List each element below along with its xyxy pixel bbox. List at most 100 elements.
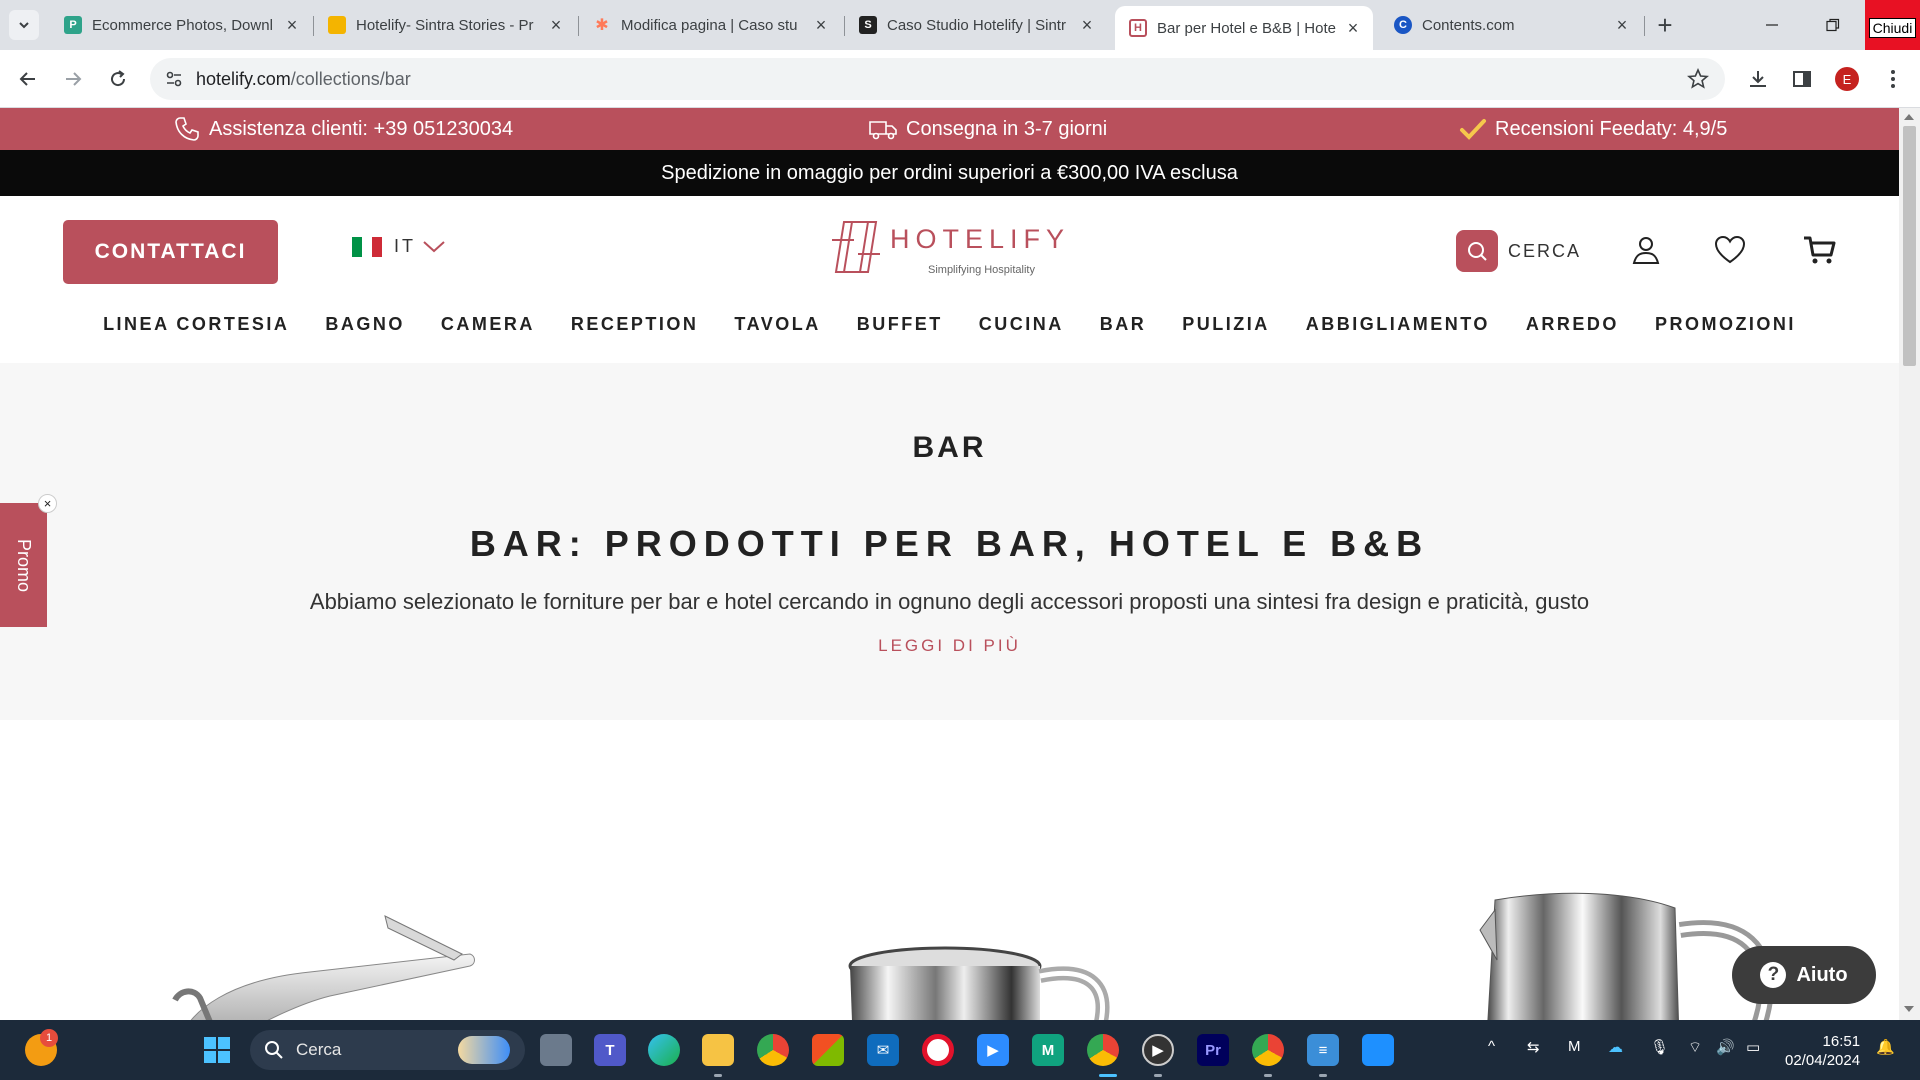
browser-tab-active[interactable]: H Bar per Hotel e B&B | Hote ×	[1115, 6, 1373, 50]
page-scrollbar[interactable]	[1899, 108, 1920, 1020]
reload-button[interactable]	[103, 64, 133, 94]
tray-overflow-chevron-icon[interactable]: ^	[1488, 1038, 1495, 1055]
logo-tagline: Simplifying Hospitality	[928, 264, 1035, 276]
milk-jug-large-product-image[interactable]	[1475, 890, 1775, 1020]
tab-favicon-icon: H	[1129, 19, 1147, 37]
cart-button[interactable]	[1802, 232, 1838, 268]
side-panel-button[interactable]	[1789, 66, 1815, 92]
wifi-icon[interactable]: ⌔	[1688, 1038, 1702, 1057]
reviews-info[interactable]: Recensioni Feedaty: 4,9/5	[1459, 108, 1727, 150]
reviews-text: Recensioni Feedaty: 4,9/5	[1495, 117, 1728, 140]
downloads-button[interactable]	[1745, 66, 1771, 92]
m-app-icon[interactable]: M	[1032, 1034, 1064, 1066]
promo-side-tab[interactable]: Promo	[0, 503, 47, 627]
tray-app-icon[interactable]: M	[1568, 1038, 1581, 1055]
close-tab-icon[interactable]: ×	[1612, 15, 1632, 35]
logo-wordmark: HOTELIFY	[890, 224, 1071, 254]
browser-tab[interactable]: ✱ Modifica pagina | Caso stu ×	[579, 8, 841, 42]
delivery-info: Consegna in 3-7 giorni	[868, 108, 1107, 150]
close-tab-icon[interactable]: ×	[1343, 18, 1363, 38]
restore-button[interactable]	[1806, 0, 1860, 50]
teams-icon[interactable]: T	[594, 1034, 626, 1066]
task-view-icon[interactable]	[540, 1034, 572, 1066]
nav-buffet[interactable]: BUFFET	[839, 306, 961, 346]
windows-start-icon[interactable]	[201, 1034, 233, 1066]
notepad-icon[interactable]: ≡	[1307, 1034, 1339, 1066]
scroll-down-arrow-icon[interactable]	[1904, 1006, 1914, 1012]
browser-tab[interactable]: S Caso Studio Hotelify | Sintr ×	[845, 8, 1107, 42]
close-tab-icon[interactable]: ×	[282, 15, 302, 35]
site-settings-icon[interactable]	[164, 69, 184, 89]
shipping-text: Spedizione in omaggio per ordini superio…	[661, 161, 1238, 184]
site-logo[interactable]: HOTELIFY Simplifying Hospitality	[830, 218, 1070, 288]
nav-bagno[interactable]: BAGNO	[307, 306, 423, 346]
tab-search-button[interactable]	[9, 10, 39, 40]
forward-button[interactable]	[58, 64, 88, 94]
corkscrew-product-image[interactable]	[170, 910, 480, 1020]
minimize-button[interactable]	[1745, 0, 1799, 50]
edge-icon[interactable]	[648, 1034, 680, 1066]
nav-cucina[interactable]: CUCINA	[961, 306, 1082, 346]
mail-icon[interactable]: ✉	[867, 1034, 899, 1066]
promo-label: Promo	[14, 538, 35, 592]
support-info[interactable]: Assistenza clienti: +39 051230034	[173, 108, 513, 150]
milk-jug-small-product-image[interactable]	[840, 946, 1110, 1020]
nav-promozioni[interactable]: PROMOZIONI	[1637, 306, 1814, 346]
store-icon[interactable]	[812, 1034, 844, 1066]
browser-tab[interactable]: P Ecommerce Photos, Downl ×	[50, 8, 312, 42]
contact-button[interactable]: CONTATTACI	[63, 220, 278, 284]
nav-linea-cortesia[interactable]: LINEA CORTESIA	[85, 306, 307, 346]
microphone-icon[interactable]: 🎙	[1650, 1038, 1669, 1056]
volume-icon[interactable]: 🔊	[1716, 1038, 1735, 1056]
premiere-pro-icon[interactable]: Pr	[1197, 1034, 1229, 1066]
chrome-profile-icon[interactable]	[1087, 1034, 1119, 1066]
url-path: /collections/bar	[290, 69, 411, 89]
tray-app-icon[interactable]: ⇆	[1527, 1038, 1540, 1056]
read-more-link[interactable]: LEGGI DI PIÙ	[0, 636, 1899, 656]
taskbar-search[interactable]: Cerca	[250, 1030, 525, 1070]
close-window-button[interactable]: Chiudi	[1865, 0, 1920, 50]
nav-pulizia[interactable]: PULIZIA	[1164, 306, 1288, 346]
photos-icon[interactable]	[1362, 1034, 1394, 1066]
back-button[interactable]	[13, 64, 43, 94]
battery-icon[interactable]: ▭	[1746, 1038, 1760, 1056]
close-tab-icon[interactable]: ×	[1077, 15, 1097, 35]
notification-bell-icon[interactable]: 🔔	[1876, 1038, 1895, 1056]
search-button[interactable]: CERCA	[1456, 230, 1581, 272]
chrome-secondary-icon[interactable]	[1252, 1034, 1284, 1066]
address-bar[interactable]: hotelify.com/collections/bar	[150, 58, 1725, 100]
nav-abbigliamento[interactable]: ABBIGLIAMENTO	[1288, 306, 1508, 346]
wishlist-button[interactable]	[1712, 232, 1748, 268]
close-tab-icon[interactable]: ×	[811, 15, 831, 35]
arrow-right-icon	[66, 72, 82, 86]
chrome-icon[interactable]	[757, 1034, 789, 1066]
file-explorer-icon[interactable]	[702, 1034, 734, 1066]
onedrive-icon[interactable]: ☁	[1608, 1038, 1623, 1056]
media-player-icon[interactable]: ▶	[1142, 1034, 1174, 1066]
scroll-up-arrow-icon[interactable]	[1904, 114, 1914, 120]
opera-icon[interactable]	[922, 1034, 954, 1066]
support-text: Assistenza clienti: +39 051230034	[209, 117, 514, 140]
close-promo-icon[interactable]: ×	[38, 494, 57, 513]
browser-tab[interactable]: C Contents.com ×	[1380, 8, 1642, 42]
browser-tab[interactable]: Hotelify- Sintra Stories - Pr ×	[314, 8, 576, 42]
new-tab-button[interactable]: +	[1650, 10, 1680, 40]
tab-title: Hotelify- Sintra Stories - Pr	[356, 16, 534, 34]
profile-avatar[interactable]: E	[1835, 67, 1859, 91]
system-clock[interactable]: 16:51 02/04/2024	[1785, 1032, 1860, 1070]
help-chat-button[interactable]: ? Aiuto	[1732, 946, 1876, 1004]
nav-arredo[interactable]: ARREDO	[1508, 306, 1637, 346]
close-tab-icon[interactable]: ×	[546, 15, 566, 35]
language-selector[interactable]: IT	[352, 236, 446, 257]
account-button[interactable]	[1628, 232, 1664, 268]
nav-bar[interactable]: BAR	[1082, 306, 1165, 346]
browser-menu-button[interactable]	[1880, 66, 1906, 92]
nav-tavola[interactable]: TAVOLA	[716, 306, 838, 346]
nav-reception[interactable]: RECEPTION	[553, 306, 717, 346]
bookmark-star-icon[interactable]	[1687, 68, 1709, 90]
scrollbar-thumb[interactable]	[1903, 126, 1916, 366]
zoom-icon[interactable]: ▶	[977, 1034, 1009, 1066]
nav-camera[interactable]: CAMERA	[423, 306, 553, 346]
running-indicator	[714, 1074, 722, 1077]
web-page: Assistenza clienti: +39 051230034 Conseg…	[0, 108, 1899, 1020]
